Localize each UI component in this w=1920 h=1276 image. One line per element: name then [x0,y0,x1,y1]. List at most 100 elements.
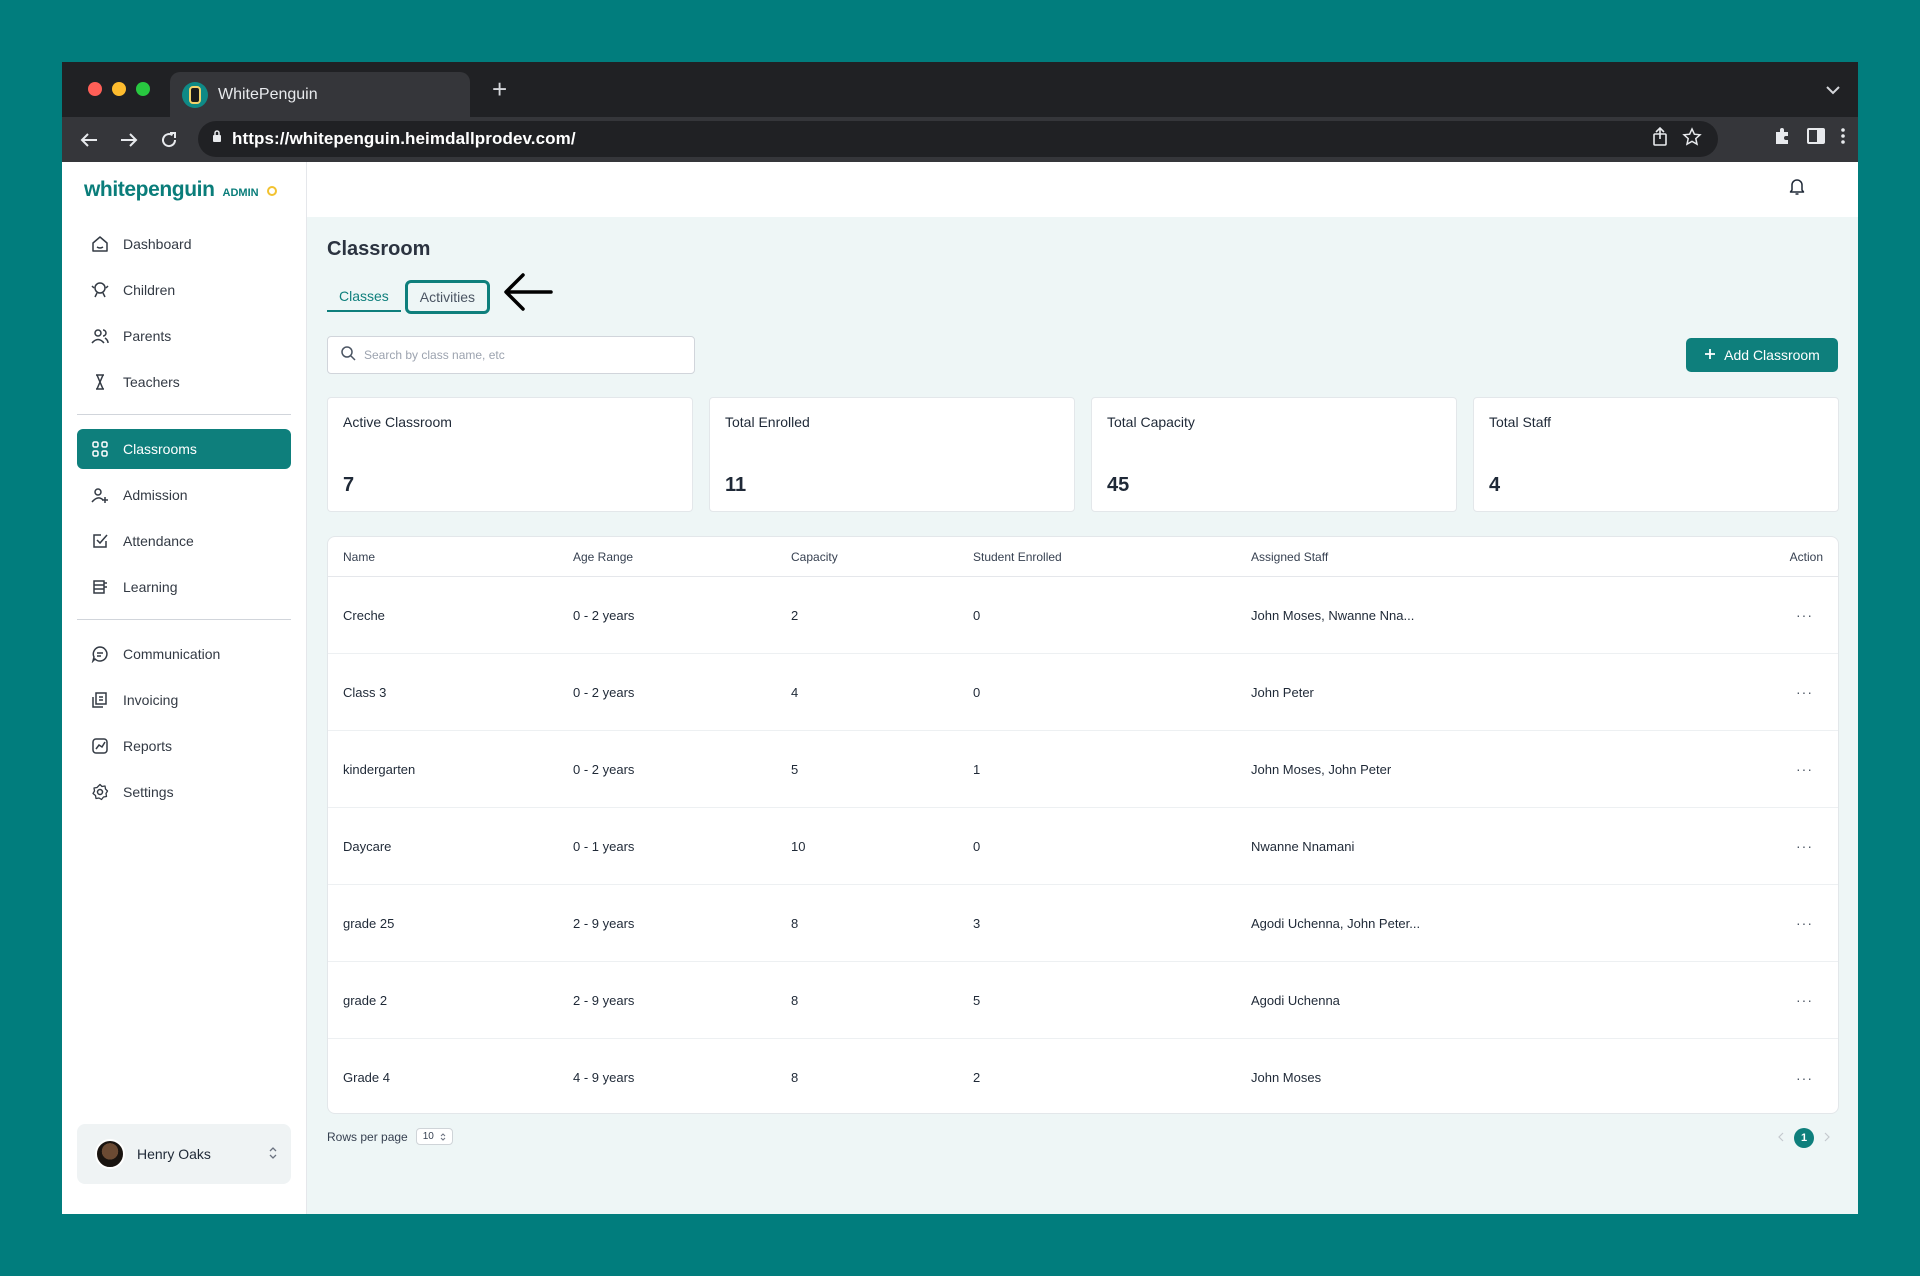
table-row[interactable]: kindergarten 0 - 2 years 5 1 John Moses,… [328,731,1838,808]
sidebar-item-communication[interactable]: Communication [77,634,291,674]
table-row[interactable]: Class 3 0 - 2 years 4 0 John Peter ··· [328,654,1838,731]
cell-name: grade 25 [343,915,395,931]
cell-student-enrolled: 0 [973,607,981,623]
table-row[interactable]: grade 25 2 - 9 years 8 3 Agodi Uchenna, … [328,885,1838,962]
sidebar-item-teachers[interactable]: Teachers [77,362,291,402]
cell-student-enrolled: 2 [973,1070,981,1085]
user-profile-menu[interactable]: Henry Oaks [77,1124,291,1184]
learning-icon [93,580,107,594]
cell-capacity: 8 [791,915,799,931]
add-classroom-button[interactable]: Add Classroom [1686,338,1838,372]
sidebar-item-settings[interactable]: Settings [77,772,291,812]
sidebar-item-admission[interactable]: Admission [77,475,291,515]
plus-icon [1704,347,1716,363]
cell-age-range: 0 - 1 years [573,838,635,854]
column-header-assigned-staff[interactable]: Assigned Staff [1251,550,1651,564]
window-controls [88,82,150,96]
cell-age-range: 2 - 9 years [573,992,635,1008]
admin-badge-icon [266,186,277,196]
back-arrow-icon[interactable] [76,127,102,153]
maximize-window-button[interactable] [136,82,150,96]
row-actions-menu-icon[interactable]: ··· [1796,992,1813,1008]
tab-search-icon[interactable] [1826,82,1840,100]
row-actions-menu-icon[interactable]: ··· [1796,915,1813,931]
teachers-icon [96,374,104,390]
search-input[interactable] [364,348,664,362]
browser-menu-icon[interactable] [1840,126,1846,151]
column-header-name[interactable]: Name [328,550,573,564]
search-box[interactable] [327,336,695,374]
stat-card-total-capacity: Total Capacity 45 [1091,397,1457,512]
sidebar-item-invoicing[interactable]: Invoicing [77,680,291,720]
stat-value: 45 [1107,474,1130,496]
stat-card-active-classroom: Active Classroom 7 [327,397,693,512]
column-header-age-range[interactable]: Age Range [573,550,791,564]
table-row[interactable]: Creche 0 - 2 years 2 0 John Moses, Nwann… [328,577,1838,654]
sidebar-item-label: Attendance [123,533,194,549]
browser-tab[interactable]: WhitePenguin [170,72,470,117]
tab-classes[interactable]: Classes [327,282,401,312]
row-actions-menu-icon[interactable]: ··· [1796,684,1813,700]
notification-bell-icon[interactable] [1788,176,1806,201]
cell-age-range: 2 - 9 years [573,915,635,931]
logo-wordmark: whitepenguin [84,178,215,201]
settings-icon [92,783,109,801]
share-icon[interactable] [1652,126,1668,152]
forward-arrow-icon[interactable] [116,127,142,153]
table-row[interactable]: Grade 4 4 - 9 years 8 2 John Moses ··· [328,1039,1838,1113]
page-button-current[interactable]: 1 [1794,1128,1814,1148]
user-name: Henry Oaks [137,1146,211,1162]
browser-tabbar: WhitePenguin + [62,62,1858,117]
cell-student-enrolled: 5 [973,992,981,1008]
cell-assigned-staff: John Moses, John Peter [1251,761,1392,777]
close-window-button[interactable] [88,82,102,96]
sidebar-item-label: Parents [123,328,172,344]
reload-icon[interactable] [156,127,182,153]
stat-value: 4 [1489,474,1501,496]
sidebar-item-dashboard[interactable]: Dashboard [77,224,291,264]
bookmark-star-icon[interactable] [1682,127,1702,152]
sidebar-item-attendance[interactable]: Attendance [77,521,291,561]
sidebar-item-learning[interactable]: Learning [77,567,291,607]
annotation-arrow-icon [503,270,553,319]
cell-assigned-staff: Nwanne Nnamani [1251,838,1355,854]
new-tab-button[interactable]: + [492,76,507,102]
rows-per-page-select[interactable]: 10 [415,1128,453,1145]
tab-activities[interactable]: Activities [404,280,491,314]
row-actions-menu-icon[interactable]: ··· [1796,761,1813,777]
favicon-icon [182,81,208,108]
minimize-window-button[interactable] [112,82,126,96]
communication-icon [91,646,108,663]
row-actions-menu-icon[interactable]: ··· [1796,607,1813,623]
cell-capacity: 8 [791,1070,799,1085]
cell-name: kindergarten [343,761,416,777]
side-panel-icon[interactable] [1806,126,1826,151]
sidebar-item-reports[interactable]: Reports [77,726,291,766]
dashboard-icon [92,236,108,252]
sidebar-item-parents[interactable]: Parents [77,316,291,356]
browser-window: WhitePenguin + https://whitepenguin.heim… [62,62,1858,1214]
column-header-student-enrolled[interactable]: Student Enrolled [973,550,1251,564]
table-row[interactable]: grade 2 2 - 9 years 8 5 Agodi Uchenna ··… [328,962,1838,1039]
next-page-chevron-icon[interactable] [1824,1131,1830,1145]
row-actions-menu-icon[interactable]: ··· [1796,1070,1813,1086]
top-bar [307,162,1858,217]
cell-student-enrolled: 3 [973,915,981,931]
chevron-updown-icon [269,1146,277,1165]
stat-value: 11 [725,474,747,496]
rows-per-page-label: Rows per page [327,1129,408,1144]
brand-logo[interactable]: whitepenguin ADMIN [84,178,277,202]
sidebar-item-children[interactable]: Children [77,270,291,310]
sidebar-item-classrooms[interactable]: Classrooms [77,429,291,469]
cell-assigned-staff: John Moses [1251,1070,1322,1085]
row-actions-menu-icon[interactable]: ··· [1796,838,1813,854]
table-row[interactable]: Daycare 0 - 1 years 10 0 Nwanne Nnamani … [328,808,1838,885]
column-header-capacity[interactable]: Capacity [791,550,973,564]
sidebar-nav: Dashboard Children Parents Teachers Clas… [77,224,291,818]
browser-toolbar: https://whitepenguin.heimdallprodev.com/ [62,117,1858,162]
previous-page-chevron-icon[interactable] [1778,1131,1784,1145]
extensions-icon[interactable] [1772,126,1792,151]
sidebar: whitepenguin ADMIN Dashboard Children Pa… [62,162,307,1214]
sidebar-item-label: Communication [123,646,221,662]
address-bar[interactable]: https://whitepenguin.heimdallprodev.com/ [198,121,1718,157]
